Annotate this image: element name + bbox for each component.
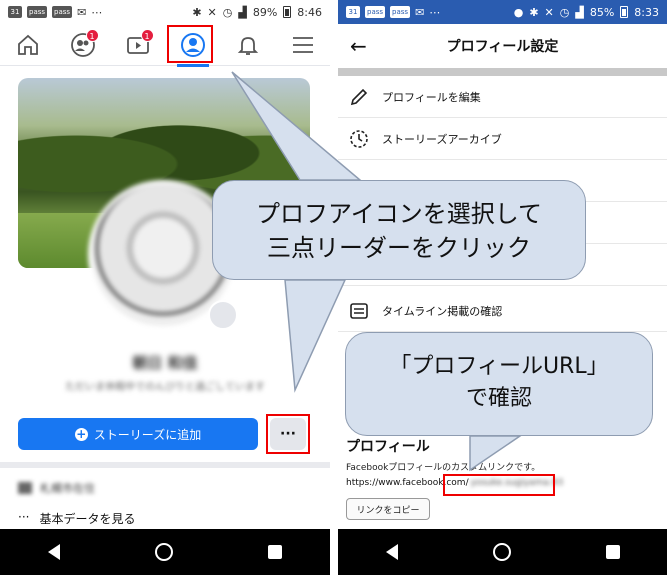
- menu-label: プロフィールを編集: [382, 90, 481, 104]
- plus-icon: +: [74, 426, 88, 441]
- pass-icon: pass: [52, 6, 73, 18]
- battery-icon: [620, 6, 629, 18]
- overflow-dots-icon: ⋯: [91, 5, 103, 19]
- back-icon[interactable]: [385, 544, 398, 560]
- clock: 8:33: [634, 5, 659, 19]
- android-nav-bar: [0, 529, 330, 575]
- menu-story-archive[interactable]: ストーリーズアーカイブ: [338, 118, 667, 160]
- see-basic-info-row[interactable]: ··· 基本データを見る: [18, 510, 135, 527]
- location-text: 札幌市在住: [40, 482, 95, 495]
- callout-select-profile: プロフアイコンを選択して 三点リーダーをクリック: [212, 180, 586, 280]
- pass-icon: pass: [365, 6, 386, 18]
- pass-icon: pass: [27, 6, 48, 18]
- watch-badge: 1: [140, 28, 154, 42]
- battery-icon: [283, 6, 292, 18]
- calendar-icon: 31: [8, 6, 22, 18]
- section-divider: [0, 462, 330, 468]
- facebook-nav-bar: 1 1: [0, 24, 330, 67]
- home-icon: [17, 34, 38, 55]
- location-icon: ●: [513, 5, 524, 19]
- mute-icon: ✕: [207, 5, 217, 19]
- pass-icon: pass: [390, 6, 411, 18]
- left-phone: 31 pass pass ✉ ⋯ ✱ ✕ ◷ ▟ 89% 8:46 1 1 朝日…: [0, 0, 330, 575]
- nav-menu[interactable]: [283, 25, 323, 65]
- screenshot-composite: 31 pass pass ✉ ⋯ ✱ ✕ ◷ ▟ 89% 8:46 1 1 朝日…: [0, 0, 667, 575]
- callout-line: 「プロフィールURL」: [389, 354, 609, 379]
- menu-label: ストーリーズアーカイブ: [382, 132, 502, 146]
- nav-home[interactable]: [8, 25, 48, 65]
- callout-profile-url: 「プロフィールURL」 で確認: [345, 332, 653, 436]
- highlight-profile-url: [443, 474, 555, 496]
- menu-edit-profile[interactable]: プロフィールを編集: [338, 76, 667, 118]
- notification-icon: ✉: [77, 5, 87, 19]
- callout-line: プロフアイコンを選択して: [255, 200, 543, 228]
- header-divider: [338, 68, 667, 76]
- status-bar: 31 pass pass ✉ ⋯ ● ✱ ✕ ◷ ▟ 85% 8:33: [338, 0, 667, 24]
- notification-icon: ✉: [415, 5, 425, 19]
- location-row: 札幌市在住: [18, 480, 95, 496]
- page-title: プロフィール設定: [446, 39, 559, 55]
- settings-header: ← プロフィール設定: [338, 24, 667, 68]
- add-story-button[interactable]: + ストーリーズに追加: [18, 418, 258, 450]
- profile-link-title: プロフィール: [346, 439, 430, 455]
- recent-apps-icon[interactable]: [268, 545, 283, 559]
- add-story-label: ストーリーズに追加: [93, 427, 202, 442]
- overflow-dots-icon: ⋯: [429, 5, 441, 19]
- status-bar: 31 pass pass ✉ ⋯ ✱ ✕ ◷ ▟ 89% 8:46: [0, 0, 330, 24]
- profile-link-description: Facebookプロフィールのカスタムリンクです。: [346, 463, 541, 473]
- signal-icon: ▟: [575, 5, 584, 19]
- archive-clock-icon: [350, 129, 368, 148]
- copy-link-button[interactable]: リンクをコピー: [346, 498, 430, 520]
- friends-badge: 1: [85, 28, 99, 42]
- pencil-icon: [350, 88, 368, 105]
- right-phone: 31 pass pass ✉ ⋯ ● ✱ ✕ ◷ ▟ 85% 8:33 ← プロ…: [338, 0, 667, 575]
- home-button-icon[interactable]: [492, 543, 511, 561]
- callout-line: で確認: [465, 386, 532, 411]
- highlight-profile-tab: [167, 25, 213, 63]
- home-location-icon: [18, 482, 32, 494]
- profile-bio: ただいま休暇中でのんびりと過ごしています: [65, 382, 265, 393]
- mute-icon: ✕: [544, 5, 554, 19]
- bluetooth-icon: ✱: [529, 5, 539, 19]
- home-button-icon[interactable]: [154, 543, 173, 561]
- alarm-icon: ◷: [559, 5, 570, 19]
- menu-timeline-review[interactable]: タイムライン掲載の確認: [338, 290, 667, 332]
- nav-watch[interactable]: 1: [118, 25, 158, 65]
- callout-line: 三点リーダーをクリック: [267, 234, 531, 262]
- menu-label: タイムライン掲載の確認: [382, 304, 503, 318]
- profile-name: 朝日 和佳: [132, 354, 198, 372]
- recent-apps-icon[interactable]: [605, 545, 620, 559]
- signal-icon: ▟: [238, 5, 247, 19]
- calendar-icon: 31: [346, 6, 360, 18]
- battery-percent: 89%: [252, 5, 278, 19]
- battery-percent: 85%: [589, 5, 615, 19]
- back-arrow-icon[interactable]: ←: [350, 34, 367, 58]
- dots-icon: ···: [18, 510, 30, 524]
- highlight-more-button: [266, 414, 310, 454]
- camera-icon[interactable]: [208, 300, 238, 330]
- nav-notifications[interactable]: [228, 25, 268, 65]
- clock: 8:46: [297, 5, 322, 19]
- see-basic-info-label: 基本データを見る: [39, 512, 136, 526]
- bell-icon: [237, 36, 258, 55]
- back-icon[interactable]: [47, 544, 60, 560]
- android-nav-bar: [338, 529, 667, 575]
- alarm-icon: ◷: [222, 5, 233, 19]
- hamburger-menu-icon: [292, 36, 313, 53]
- nav-friends[interactable]: 1: [63, 25, 103, 65]
- bluetooth-icon: ✱: [192, 5, 202, 19]
- timeline-review-icon: [350, 302, 368, 319]
